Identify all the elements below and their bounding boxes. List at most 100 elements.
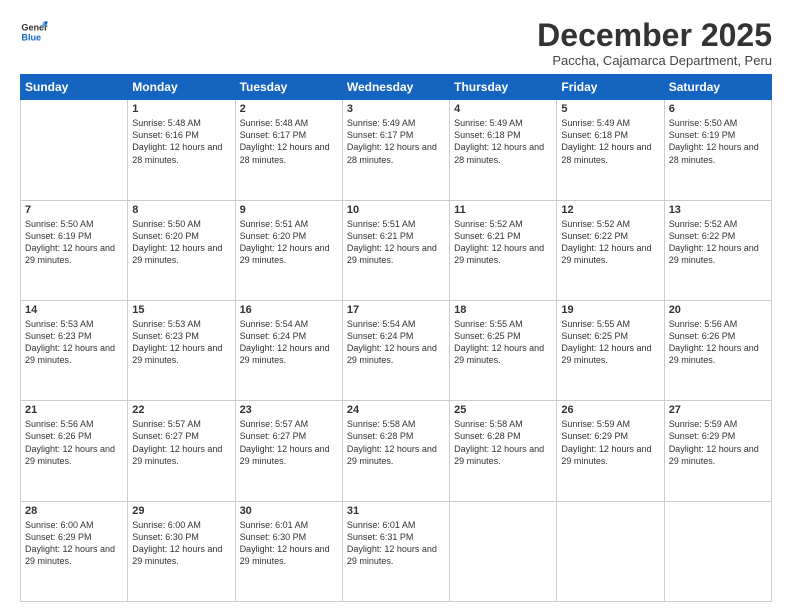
calendar-week-1: 7 Sunrise: 5:50 AM Sunset: 6:19 PM Daylig… — [21, 200, 772, 300]
day-info: Sunrise: 5:51 AM Sunset: 6:20 PM Dayligh… — [240, 218, 338, 267]
day-number: 1 — [132, 103, 230, 115]
day-number: 30 — [240, 505, 338, 517]
day-info: Sunrise: 5:59 AM Sunset: 6:29 PM Dayligh… — [669, 418, 767, 467]
day-number: 18 — [454, 304, 552, 316]
weekday-header-row: SundayMondayTuesdayWednesdayThursdayFrid… — [21, 75, 772, 100]
calendar-cell: 18Sunrise: 5:55 AM Sunset: 6:25 PM Dayli… — [450, 300, 557, 400]
svg-text:Blue: Blue — [21, 32, 41, 42]
day-info: Sunrise: 5:52 AM Sunset: 6:22 PM Dayligh… — [561, 218, 659, 267]
calendar-week-4: 28 Sunrise: 6:00 AM Sunset: 6:29 PM Dayli… — [21, 501, 772, 601]
calendar-cell: 2Sunrise: 5:48 AM Sunset: 6:17 PM Daylig… — [235, 100, 342, 200]
day-number: 6 — [669, 103, 767, 115]
calendar-cell: 12 Sunrise: 5:52 AM Sunset: 6:22 PM Dayli… — [557, 200, 664, 300]
calendar-cell: 16 Sunrise: 5:54 AM Sunset: 6:24 PM Dayli… — [235, 300, 342, 400]
calendar-cell: 14 Sunrise: 5:53 AM Sunset: 6:23 PM Dayli… — [21, 300, 128, 400]
day-info: Sunrise: 5:50 AM Sunset: 6:20 PM Dayligh… — [132, 218, 230, 267]
day-info: Sunrise: 5:48 AM Sunset: 6:17 PM Dayligh… — [240, 117, 338, 166]
calendar-cell: 19 Sunrise: 5:55 AM Sunset: 6:25 PM Dayli… — [557, 300, 664, 400]
day-info: Sunrise: 6:00 AM Sunset: 6:29 PM Dayligh… — [25, 519, 123, 568]
day-number: 28 — [25, 505, 123, 517]
day-info: Sunrise: 5:54 AM Sunset: 6:24 PM Dayligh… — [347, 318, 445, 367]
day-info: Sunrise: 5:51 AM Sunset: 6:21 PM Dayligh… — [347, 218, 445, 267]
calendar-cell: 11Sunrise: 5:52 AM Sunset: 6:21 PM Dayli… — [450, 200, 557, 300]
calendar-cell: 26Sunrise: 5:59 AM Sunset: 6:29 PM Dayli… — [557, 401, 664, 501]
day-number: 7 — [25, 204, 123, 216]
calendar-cell: 25Sunrise: 5:58 AM Sunset: 6:28 PM Dayli… — [450, 401, 557, 501]
calendar-week-3: 21 Sunrise: 5:56 AM Sunset: 6:26 PM Dayli… — [21, 401, 772, 501]
day-number: 23 — [240, 404, 338, 416]
day-number: 9 — [240, 204, 338, 216]
title-block: December 2025 Paccha, Cajamarca Departme… — [537, 18, 772, 68]
day-number: 12 — [561, 204, 659, 216]
calendar-cell: 1 Sunrise: 5:48 AM Sunset: 6:16 PM Daylig… — [128, 100, 235, 200]
day-number: 24 — [347, 404, 445, 416]
day-number: 22 — [132, 404, 230, 416]
calendar-cell: 23 Sunrise: 5:57 AM Sunset: 6:27 PM Dayli… — [235, 401, 342, 501]
day-info: Sunrise: 5:50 AM Sunset: 6:19 PM Dayligh… — [669, 117, 767, 166]
day-info: Sunrise: 5:48 AM Sunset: 6:16 PM Dayligh… — [132, 117, 230, 166]
calendar-cell: 13 Sunrise: 5:52 AM Sunset: 6:22 PM Dayli… — [664, 200, 771, 300]
day-number: 31 — [347, 505, 445, 517]
day-number: 21 — [25, 404, 123, 416]
calendar-cell: 28 Sunrise: 6:00 AM Sunset: 6:29 PM Dayli… — [21, 501, 128, 601]
day-info: Sunrise: 5:53 AM Sunset: 6:23 PM Dayligh… — [132, 318, 230, 367]
day-info: Sunrise: 5:52 AM Sunset: 6:22 PM Dayligh… — [669, 218, 767, 267]
day-info: Sunrise: 5:52 AM Sunset: 6:21 PM Dayligh… — [454, 218, 552, 267]
day-number: 4 — [454, 103, 552, 115]
calendar-cell: 3Sunrise: 5:49 AM Sunset: 6:17 PM Daylig… — [342, 100, 449, 200]
calendar-cell: 4 Sunrise: 5:49 AM Sunset: 6:18 PM Daylig… — [450, 100, 557, 200]
calendar-cell: 21 Sunrise: 5:56 AM Sunset: 6:26 PM Dayli… — [21, 401, 128, 501]
calendar-week-0: 1 Sunrise: 5:48 AM Sunset: 6:16 PM Daylig… — [21, 100, 772, 200]
calendar-cell: 15 Sunrise: 5:53 AM Sunset: 6:23 PM Dayli… — [128, 300, 235, 400]
calendar-cell: 27 Sunrise: 5:59 AM Sunset: 6:29 PM Dayli… — [664, 401, 771, 501]
day-info: Sunrise: 5:49 AM Sunset: 6:18 PM Dayligh… — [454, 117, 552, 166]
day-info: Sunrise: 5:59 AM Sunset: 6:29 PM Dayligh… — [561, 418, 659, 467]
weekday-header-tuesday: Tuesday — [235, 75, 342, 100]
day-number: 19 — [561, 304, 659, 316]
day-number: 3 — [347, 103, 445, 115]
calendar-cell: 29Sunrise: 6:00 AM Sunset: 6:30 PM Dayli… — [128, 501, 235, 601]
day-info: Sunrise: 6:01 AM Sunset: 6:30 PM Dayligh… — [240, 519, 338, 568]
day-info: Sunrise: 5:56 AM Sunset: 6:26 PM Dayligh… — [25, 418, 123, 467]
calendar-cell: 24 Sunrise: 5:58 AM Sunset: 6:28 PM Dayli… — [342, 401, 449, 501]
calendar-cell: 5Sunrise: 5:49 AM Sunset: 6:18 PM Daylig… — [557, 100, 664, 200]
day-info: Sunrise: 5:54 AM Sunset: 6:24 PM Dayligh… — [240, 318, 338, 367]
day-number: 29 — [132, 505, 230, 517]
day-info: Sunrise: 5:57 AM Sunset: 6:27 PM Dayligh… — [240, 418, 338, 467]
weekday-header-monday: Monday — [128, 75, 235, 100]
day-info: Sunrise: 5:57 AM Sunset: 6:27 PM Dayligh… — [132, 418, 230, 467]
day-number: 15 — [132, 304, 230, 316]
month-title: December 2025 — [537, 18, 772, 53]
calendar-cell: 17 Sunrise: 5:54 AM Sunset: 6:24 PM Dayli… — [342, 300, 449, 400]
calendar-cell: 9 Sunrise: 5:51 AM Sunset: 6:20 PM Daylig… — [235, 200, 342, 300]
logo-icon: General Blue — [20, 18, 48, 46]
day-number: 13 — [669, 204, 767, 216]
weekday-header-wednesday: Wednesday — [342, 75, 449, 100]
calendar-cell: 8 Sunrise: 5:50 AM Sunset: 6:20 PM Daylig… — [128, 200, 235, 300]
day-info: Sunrise: 5:58 AM Sunset: 6:28 PM Dayligh… — [347, 418, 445, 467]
day-info: Sunrise: 5:49 AM Sunset: 6:18 PM Dayligh… — [561, 117, 659, 166]
day-info: Sunrise: 5:56 AM Sunset: 6:26 PM Dayligh… — [669, 318, 767, 367]
day-number: 8 — [132, 204, 230, 216]
day-number: 16 — [240, 304, 338, 316]
day-number: 20 — [669, 304, 767, 316]
day-number: 17 — [347, 304, 445, 316]
calendar-cell — [450, 501, 557, 601]
calendar-cell: 20 Sunrise: 5:56 AM Sunset: 6:26 PM Dayli… — [664, 300, 771, 400]
calendar-cell: 10 Sunrise: 5:51 AM Sunset: 6:21 PM Dayli… — [342, 200, 449, 300]
calendar-cell: 22 Sunrise: 5:57 AM Sunset: 6:27 PM Dayli… — [128, 401, 235, 501]
day-number: 27 — [669, 404, 767, 416]
calendar-cell: 6 Sunrise: 5:50 AM Sunset: 6:19 PM Daylig… — [664, 100, 771, 200]
calendar-cell: 30 Sunrise: 6:01 AM Sunset: 6:30 PM Dayli… — [235, 501, 342, 601]
calendar-cell: 7 Sunrise: 5:50 AM Sunset: 6:19 PM Daylig… — [21, 200, 128, 300]
day-number: 25 — [454, 404, 552, 416]
calendar-cell — [21, 100, 128, 200]
day-info: Sunrise: 5:53 AM Sunset: 6:23 PM Dayligh… — [25, 318, 123, 367]
calendar-cell — [557, 501, 664, 601]
day-info: Sunrise: 5:50 AM Sunset: 6:19 PM Dayligh… — [25, 218, 123, 267]
day-number: 14 — [25, 304, 123, 316]
calendar-table: SundayMondayTuesdayWednesdayThursdayFrid… — [20, 74, 772, 602]
day-number: 10 — [347, 204, 445, 216]
calendar-week-2: 14 Sunrise: 5:53 AM Sunset: 6:23 PM Dayli… — [21, 300, 772, 400]
day-info: Sunrise: 5:55 AM Sunset: 6:25 PM Dayligh… — [561, 318, 659, 367]
